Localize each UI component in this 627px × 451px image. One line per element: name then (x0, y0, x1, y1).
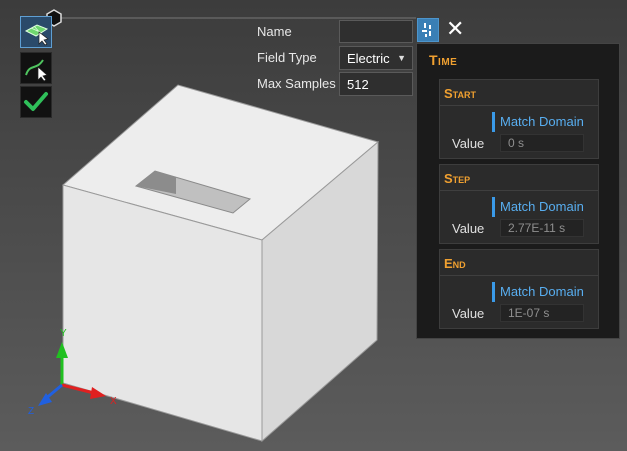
start-match-domain-toggle[interactable]: Match Domain (492, 112, 584, 132)
start-value-label: Value (452, 136, 485, 151)
field-type-select[interactable]: Electric ▼ (339, 46, 413, 70)
end-match-domain-toggle[interactable]: Match Domain (492, 282, 584, 302)
axis-x-label: X (110, 396, 117, 407)
time-step-section: Step Match Domain Value 2.77E-11 s (439, 164, 599, 244)
section-divider (440, 105, 598, 106)
close-button[interactable]: ✕ (446, 18, 464, 40)
section-divider (440, 275, 598, 276)
name-label: Name (257, 24, 292, 39)
time-start-section: Start Match Domain Value 0 s (439, 79, 599, 159)
checkmark-icon (24, 92, 48, 111)
step-match-domain-toggle[interactable]: Match Domain (492, 197, 584, 217)
mesh-select-tool-button[interactable] (20, 16, 52, 48)
curve-select-icon (25, 59, 48, 82)
max-samples-input[interactable]: 512 (339, 72, 413, 96)
time-settings-icon (422, 23, 431, 37)
time-panel-title: Time (429, 52, 458, 68)
section-title: End (444, 256, 466, 271)
section-title: Start (444, 86, 476, 101)
mesh-select-icon (21, 17, 51, 47)
axis-y-label: Y (60, 328, 67, 339)
time-end-section: End Match Domain Value 1E-07 s (439, 249, 599, 329)
name-input[interactable] (339, 20, 413, 43)
curve-select-tool-button[interactable] (20, 52, 52, 84)
step-value-label: Value (452, 221, 485, 236)
section-title: Step (444, 171, 471, 186)
axis-z-label: Z (28, 406, 34, 417)
max-samples-label: Max Samples (257, 76, 336, 91)
confirm-tool-button[interactable] (20, 86, 52, 118)
end-value-label: Value (452, 306, 485, 321)
chevron-down-icon: ▼ (397, 53, 406, 63)
start-value-field[interactable]: 0 s (500, 134, 584, 152)
field-type-label: Field Type (257, 50, 317, 65)
end-value-field[interactable]: 1E-07 s (500, 304, 584, 322)
time-settings-button[interactable] (417, 18, 439, 42)
top-divider (60, 17, 416, 19)
time-panel: Time Start Match Domain Value 0 s Step M… (416, 43, 620, 339)
close-icon: ✕ (446, 16, 465, 41)
section-divider (440, 190, 598, 191)
step-value-field[interactable]: 2.77E-11 s (500, 219, 584, 237)
field-type-value: Electric (347, 51, 390, 66)
